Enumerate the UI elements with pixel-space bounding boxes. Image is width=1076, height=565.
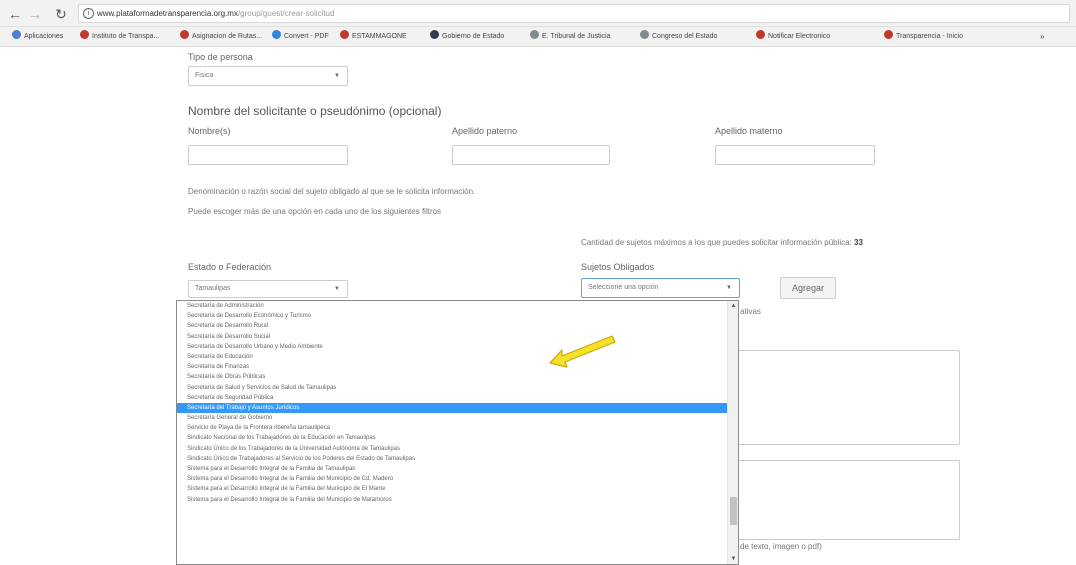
dropdown-scrollbar[interactable]: ▲ ▼ xyxy=(727,301,738,564)
bookmark-favicon-icon xyxy=(340,30,349,39)
bookmark-item[interactable]: Notificar Electronico xyxy=(756,30,830,44)
apellido-paterno-input[interactable] xyxy=(452,145,610,165)
dropdown-option[interactable]: Secretaría de Desarrollo Social xyxy=(177,332,728,342)
sujetos-select[interactable]: Seleccione una opción ▼ xyxy=(581,278,740,298)
bookmark-item[interactable]: Instituto de Transpa... xyxy=(80,30,159,44)
scroll-down-icon[interactable]: ▼ xyxy=(728,554,738,564)
dropdown-option[interactable]: Secretaría de Finanzas xyxy=(177,362,728,372)
dropdown-option[interactable]: Sistema para el Desarrollo Integral de l… xyxy=(177,464,728,474)
reload-icon[interactable]: ↻ xyxy=(52,5,70,23)
dropdown-option[interactable]: Secretaría del Trabajo y Asuntos Jurídic… xyxy=(177,402,728,414)
dropdown-option[interactable]: Sindicato Único de los Trabajadores de l… xyxy=(177,444,728,454)
apellido-paterno-label: Apellido paterno xyxy=(452,126,518,136)
escoger-text: Puede escoger más de una opción en cada … xyxy=(188,207,442,216)
dropdown-option[interactable]: Sistema para el Desarrollo Integral de l… xyxy=(177,484,728,494)
bookmark-favicon-icon xyxy=(80,30,89,39)
apellido-materno-label: Apellido materno xyxy=(715,126,783,136)
bookmark-favicon-icon xyxy=(180,30,189,39)
scrollbar-thumb[interactable] xyxy=(730,497,737,525)
apellido-materno-input[interactable] xyxy=(715,145,875,165)
tipo-persona-select[interactable]: Fisica ▼ xyxy=(188,66,348,86)
dropdown-option[interactable]: Secretaría de Desarrollo Rural xyxy=(177,321,728,331)
dropdown-option[interactable]: Secretaría de Seguridad Pública xyxy=(177,393,728,403)
bookmark-favicon-icon xyxy=(884,30,893,39)
nombre-label: Nombre(s) xyxy=(188,126,231,136)
nombre-heading: Nombre del solicitante o pseudónimo (opc… xyxy=(188,104,442,118)
tipo-persona-value: Fisica xyxy=(195,72,214,79)
sujetos-value: Seleccione una opción xyxy=(588,284,659,291)
tipo-persona-label: Tipo de persona xyxy=(188,52,253,62)
apps-icon xyxy=(12,30,21,39)
bookmark-item[interactable]: Congreso del Estado xyxy=(640,30,717,44)
dropdown-option[interactable]: Secretaría de Administración xyxy=(177,301,728,311)
bookmarks-bar: Aplicaciones Instituto de Transpa... Asi… xyxy=(0,27,1076,47)
cantidad-text: Cantidad de sujetos máximos a los que pu… xyxy=(581,238,863,247)
back-arrow-icon[interactable]: ← xyxy=(6,5,24,23)
annotation-arrow-icon xyxy=(549,335,616,368)
bookmark-item[interactable]: Transparencia - Inicio xyxy=(884,30,963,44)
nombre-input[interactable] xyxy=(188,145,348,165)
bookmark-item[interactable]: ESTAMMAGONE xyxy=(340,30,407,44)
url-host: www.plataformadetransparencia.org.mx xyxy=(97,9,238,18)
dropdown-option[interactable]: Secretaría de Obras Públicas xyxy=(177,372,728,382)
chevron-down-icon: ▼ xyxy=(334,73,340,79)
partial-text-archivo: de texto, imagen o pdf) xyxy=(740,542,822,551)
chevron-down-icon: ▼ xyxy=(726,285,732,291)
denominacion-text: Denominación o razón social del sujeto o… xyxy=(188,187,476,196)
sujetos-label: Sujetos Obligados xyxy=(581,262,655,272)
dropdown-option[interactable]: Sistema para el Desarrollo Integral de l… xyxy=(177,495,728,505)
partial-text-ativas: ativas xyxy=(740,307,761,316)
info-icon[interactable]: i xyxy=(83,8,94,19)
browser-toolbar: ← → ↻ i www.plataformadetransparencia.or… xyxy=(0,0,1076,27)
bookmarks-overflow-icon[interactable]: » xyxy=(1040,30,1044,44)
dropdown-option[interactable]: Secretaría de Desarrollo Urbano y Medio … xyxy=(177,342,728,352)
forward-arrow-icon[interactable]: → xyxy=(26,5,44,23)
dropdown-option[interactable]: Secretaría de Desarrollo Económico y Tur… xyxy=(177,311,728,321)
bookmark-apps[interactable]: Aplicaciones xyxy=(12,30,63,44)
solicitud-textarea[interactable] xyxy=(730,350,960,445)
agregar-button[interactable]: Agregar xyxy=(780,277,836,299)
bookmark-favicon-icon xyxy=(530,30,539,39)
bookmark-item[interactable]: Convert - PDF xyxy=(272,30,329,44)
dropdown-option[interactable]: Sindicato Único de Trabajadores al Servi… xyxy=(177,454,728,464)
dropdown-option[interactable]: Servicio de Playa de la Frontera ribereñ… xyxy=(177,423,728,433)
dropdown-option[interactable]: Secretaría General de Gobierno xyxy=(177,413,728,423)
url-path: /group/guest/crear-solicitud xyxy=(237,9,335,18)
estado-select[interactable]: Tamaulipas ▼ xyxy=(188,280,348,298)
bookmark-item[interactable]: E. Tribunal de Justicia xyxy=(530,30,610,44)
dropdown-option[interactable]: Secretaría de Educación xyxy=(177,352,728,362)
cantidad-value: 33 xyxy=(854,238,863,247)
sujetos-dropdown-list[interactable]: Secretaría de Administración Secretaría d… xyxy=(176,300,739,565)
options-list: Secretaría de Administración Secretaría d… xyxy=(177,301,738,505)
bookmark-favicon-icon xyxy=(640,30,649,39)
estado-value: Tamaulipas xyxy=(195,285,231,292)
bookmark-favicon-icon xyxy=(756,30,765,39)
bookmark-item[interactable]: Asignacion de Rutas... xyxy=(180,30,262,44)
bookmark-favicon-icon xyxy=(272,30,281,39)
bookmark-favicon-icon xyxy=(430,30,439,39)
dropdown-option[interactable]: Sistema para el Desarrollo Integral de l… xyxy=(177,474,728,484)
chevron-down-icon: ▼ xyxy=(334,286,340,292)
address-bar[interactable]: i www.plataformadetransparencia.org.mx/g… xyxy=(78,4,1070,23)
estado-label: Estado o Federación xyxy=(188,262,272,272)
datos-adicionales-textarea[interactable] xyxy=(730,460,960,540)
scroll-up-icon[interactable]: ▲ xyxy=(728,301,738,311)
cantidad-label: Cantidad de sujetos máximos a los que pu… xyxy=(581,238,852,247)
dropdown-option[interactable]: Sindicato Nacional de los Trabajadores d… xyxy=(177,433,728,443)
dropdown-option[interactable]: Secretaría de Salud y Servicios de Salud… xyxy=(177,383,728,393)
bookmark-item[interactable]: Gobierno de Estado xyxy=(430,30,504,44)
